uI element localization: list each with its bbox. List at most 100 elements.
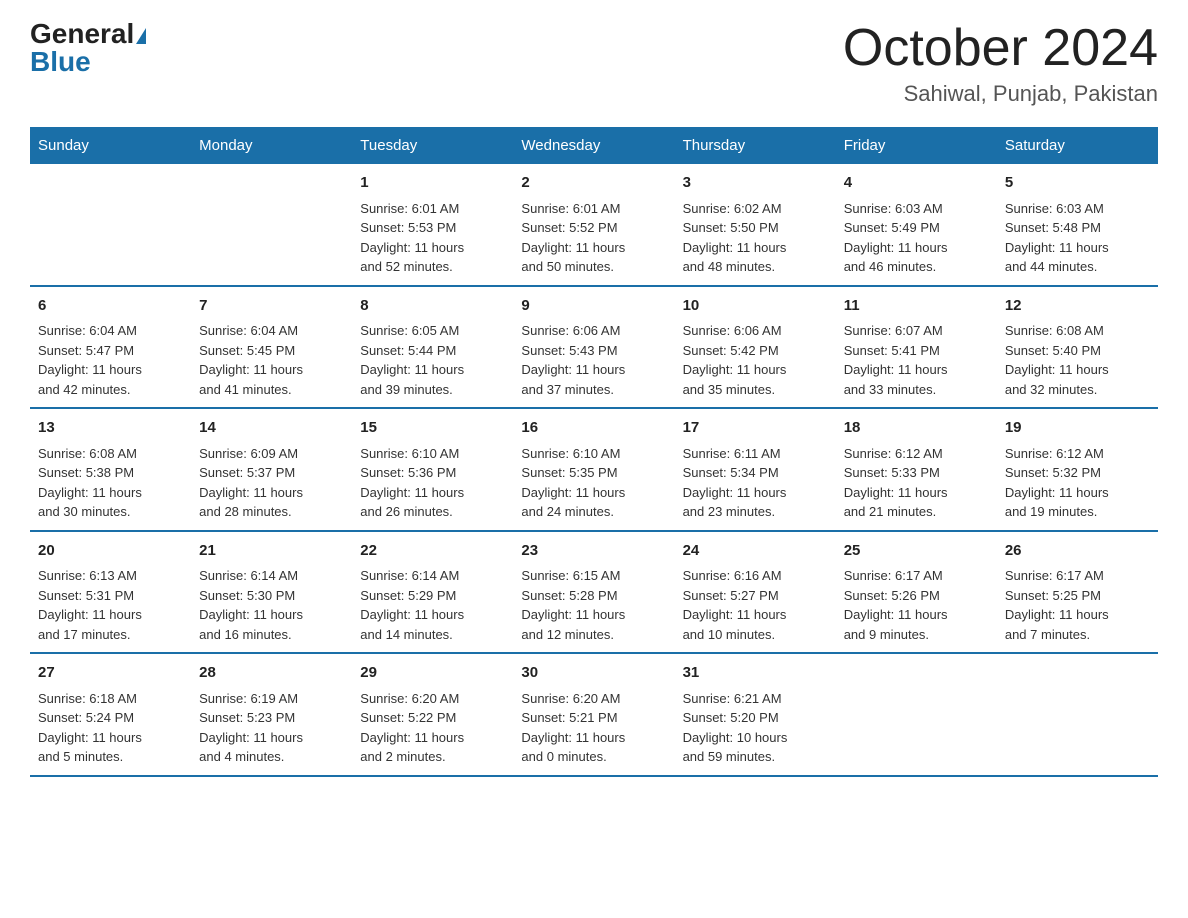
day-info-line: and 28 minutes. (199, 502, 344, 522)
day-number: 5 (1005, 172, 1150, 195)
day-info-line: Sunset: 5:33 PM (844, 463, 989, 483)
calendar-cell: 20Sunrise: 6:13 AMSunset: 5:31 PMDayligh… (30, 531, 191, 654)
day-info-line: and 32 minutes. (1005, 380, 1150, 400)
day-info-line: Sunset: 5:22 PM (360, 708, 505, 728)
calendar-cell: 8Sunrise: 6:05 AMSunset: 5:44 PMDaylight… (352, 286, 513, 409)
day-info-line: Sunrise: 6:08 AM (38, 444, 183, 464)
day-info-line: Sunrise: 6:17 AM (844, 566, 989, 586)
calendar-cell: 27Sunrise: 6:18 AMSunset: 5:24 PMDayligh… (30, 653, 191, 776)
calendar-header-row: Sunday Monday Tuesday Wednesday Thursday… (30, 127, 1158, 164)
day-info-line: Sunset: 5:34 PM (683, 463, 828, 483)
day-info-line: Sunrise: 6:19 AM (199, 689, 344, 709)
day-info-line: Daylight: 11 hours (38, 605, 183, 625)
day-info-line: Sunrise: 6:04 AM (199, 321, 344, 341)
day-info-line: and 24 minutes. (521, 502, 666, 522)
day-info-line: Sunset: 5:28 PM (521, 586, 666, 606)
page-title: October 2024 (843, 20, 1158, 77)
calendar-cell: 28Sunrise: 6:19 AMSunset: 5:23 PMDayligh… (191, 653, 352, 776)
calendar-cell: 7 Sunrise: 6:04 AMSunset: 5:45 PMDaylight… (191, 286, 352, 409)
day-info-line: Sunset: 5:31 PM (38, 586, 183, 606)
day-info-line: Sunset: 5:49 PM (844, 218, 989, 238)
day-info-line: Sunset: 5:37 PM (199, 463, 344, 483)
calendar-week-row: 13Sunrise: 6:08 AMSunset: 5:38 PMDayligh… (30, 408, 1158, 531)
day-info-line: Daylight: 11 hours (199, 360, 344, 380)
day-number: 15 (360, 417, 505, 440)
day-info-line: Daylight: 11 hours (844, 238, 989, 258)
calendar-cell: 24Sunrise: 6:16 AMSunset: 5:27 PMDayligh… (675, 531, 836, 654)
day-info-line: Sunrise: 6:05 AM (360, 321, 505, 341)
day-number: 7 (199, 295, 344, 318)
calendar-cell: 23Sunrise: 6:15 AMSunset: 5:28 PMDayligh… (513, 531, 674, 654)
day-info-line: Sunrise: 6:02 AM (683, 199, 828, 219)
logo: General Blue (30, 20, 146, 76)
day-info-line: and 50 minutes. (521, 257, 666, 277)
day-number: 1 (360, 172, 505, 195)
day-info-line: and 14 minutes. (360, 625, 505, 645)
logo-blue-text: Blue (30, 46, 91, 77)
day-info-line: Sunset: 5:41 PM (844, 341, 989, 361)
page-header: General Blue October 2024 Sahiwal, Punja… (30, 20, 1158, 107)
day-info-line: and 48 minutes. (683, 257, 828, 277)
day-number: 27 (38, 662, 183, 685)
day-info-line: Sunrise: 6:08 AM (1005, 321, 1150, 341)
day-number: 31 (683, 662, 828, 685)
calendar-cell: 13Sunrise: 6:08 AMSunset: 5:38 PMDayligh… (30, 408, 191, 531)
calendar-cell (30, 164, 191, 286)
day-info-line: Sunset: 5:38 PM (38, 463, 183, 483)
calendar-cell: 2Sunrise: 6:01 AMSunset: 5:52 PMDaylight… (513, 164, 674, 286)
logo-triangle-icon (136, 28, 146, 44)
day-info-line: Daylight: 11 hours (1005, 238, 1150, 258)
calendar-cell: 19Sunrise: 6:12 AMSunset: 5:32 PMDayligh… (997, 408, 1158, 531)
day-info-line: Sunset: 5:45 PM (199, 341, 344, 361)
day-number: 28 (199, 662, 344, 685)
day-info-line: Sunset: 5:50 PM (683, 218, 828, 238)
day-number: 23 (521, 540, 666, 563)
calendar-cell: 25Sunrise: 6:17 AMSunset: 5:26 PMDayligh… (836, 531, 997, 654)
day-info-line: and 44 minutes. (1005, 257, 1150, 277)
day-info-line: Sunrise: 6:12 AM (844, 444, 989, 464)
calendar-cell (997, 653, 1158, 776)
calendar-cell: 16Sunrise: 6:10 AMSunset: 5:35 PMDayligh… (513, 408, 674, 531)
calendar-cell: 15Sunrise: 6:10 AMSunset: 5:36 PMDayligh… (352, 408, 513, 531)
calendar-week-row: 27Sunrise: 6:18 AMSunset: 5:24 PMDayligh… (30, 653, 1158, 776)
day-number: 16 (521, 417, 666, 440)
day-info-line: Sunset: 5:52 PM (521, 218, 666, 238)
day-info-line: Daylight: 10 hours (683, 728, 828, 748)
day-info-line: and 9 minutes. (844, 625, 989, 645)
calendar-cell: 11Sunrise: 6:07 AMSunset: 5:41 PMDayligh… (836, 286, 997, 409)
day-info-line: Daylight: 11 hours (683, 605, 828, 625)
day-info-line: and 4 minutes. (199, 747, 344, 767)
day-number: 18 (844, 417, 989, 440)
day-info-line: Sunset: 5:36 PM (360, 463, 505, 483)
day-info-line: Sunrise: 6:04 AM (38, 321, 183, 341)
day-info-line: Sunset: 5:29 PM (360, 586, 505, 606)
day-info-line: Sunrise: 6:10 AM (360, 444, 505, 464)
calendar-cell: 12Sunrise: 6:08 AMSunset: 5:40 PMDayligh… (997, 286, 1158, 409)
day-info-line: and 42 minutes. (38, 380, 183, 400)
calendar-cell (836, 653, 997, 776)
day-info-line: Sunrise: 6:09 AM (199, 444, 344, 464)
logo-top-line: General (30, 20, 146, 48)
calendar-cell: 18Sunrise: 6:12 AMSunset: 5:33 PMDayligh… (836, 408, 997, 531)
day-number: 10 (683, 295, 828, 318)
calendar-cell: 29Sunrise: 6:20 AMSunset: 5:22 PMDayligh… (352, 653, 513, 776)
day-info-line: Sunrise: 6:14 AM (360, 566, 505, 586)
day-info-line: Sunset: 5:44 PM (360, 341, 505, 361)
day-info-line: Sunset: 5:23 PM (199, 708, 344, 728)
day-info-line: Sunrise: 6:16 AM (683, 566, 828, 586)
day-info-line: and 7 minutes. (1005, 625, 1150, 645)
day-info-line: Daylight: 11 hours (521, 605, 666, 625)
day-info-line: and 46 minutes. (844, 257, 989, 277)
day-info-line: and 16 minutes. (199, 625, 344, 645)
day-number: 12 (1005, 295, 1150, 318)
day-info-line: Daylight: 11 hours (199, 483, 344, 503)
day-info-line: and 52 minutes. (360, 257, 505, 277)
day-info-line: Sunset: 5:30 PM (199, 586, 344, 606)
day-info-line: Sunset: 5:25 PM (1005, 586, 1150, 606)
day-info-line: and 33 minutes. (844, 380, 989, 400)
day-info-line: Daylight: 11 hours (38, 360, 183, 380)
calendar-cell: 22Sunrise: 6:14 AMSunset: 5:29 PMDayligh… (352, 531, 513, 654)
day-info-line: Sunrise: 6:03 AM (844, 199, 989, 219)
day-info-line: Daylight: 11 hours (360, 728, 505, 748)
day-info-line: and 35 minutes. (683, 380, 828, 400)
